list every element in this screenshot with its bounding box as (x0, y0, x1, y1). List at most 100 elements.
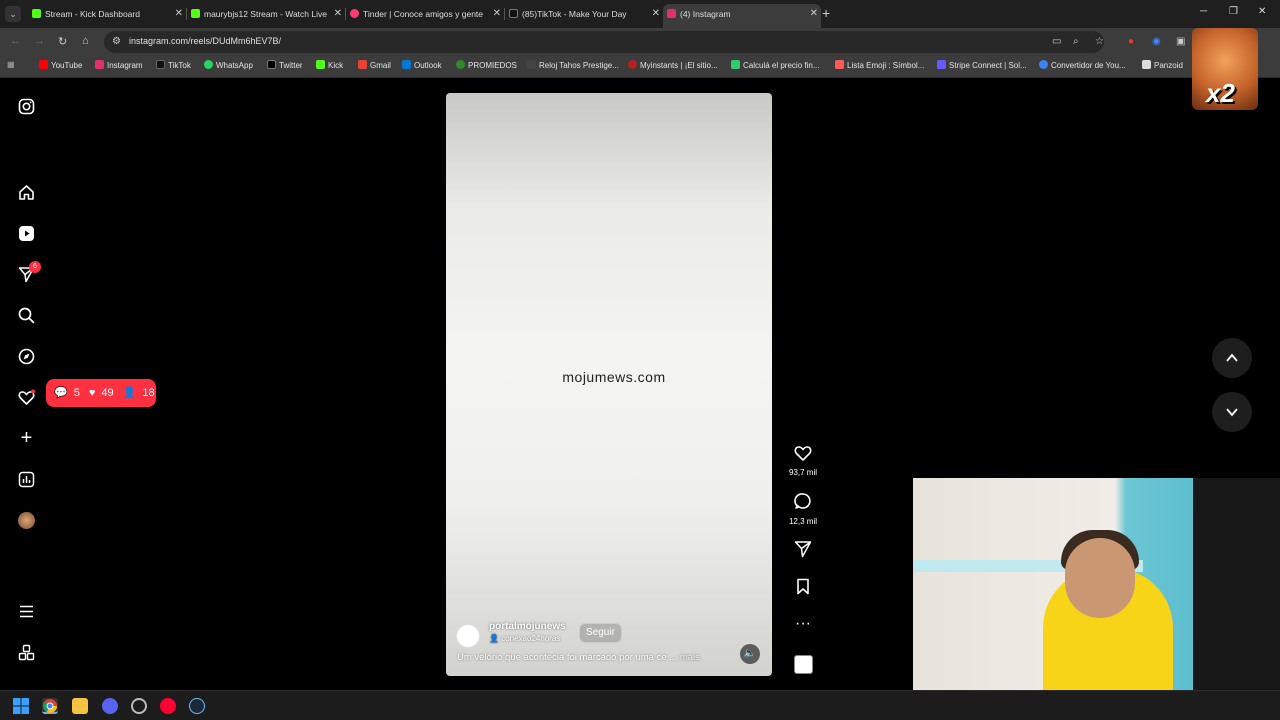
x-icon (267, 60, 276, 69)
kick-icon (32, 9, 41, 18)
home-icon[interactable]: ⌂ (82, 35, 89, 47)
bookmark-myinstants[interactable]: Myinstants | ¡El sitio... (628, 60, 718, 70)
youtube-icon[interactable] (160, 698, 176, 714)
bookmark-promiedos[interactable]: PROMIEDOS (456, 60, 517, 70)
reels-icon[interactable] (18, 225, 35, 242)
kick-icon (191, 9, 200, 18)
extensions-puzzle-icon[interactable]: ▣ (1176, 36, 1185, 47)
create-plus-icon[interactable]: + (18, 428, 35, 448)
bookmark-reloj-tahos[interactable]: Reloj Tahos Prestige... (527, 60, 619, 70)
instagram-icon (95, 60, 104, 69)
multiplier-text: x2 (1206, 78, 1235, 108)
close-icon[interactable]: ✕ (652, 4, 660, 24)
extension-icon[interactable]: ● (1128, 36, 1134, 47)
bookmark-stripe[interactable]: Stripe Connect | Sol... (937, 60, 1027, 70)
discord-icon[interactable] (102, 698, 118, 714)
windows-taskbar (0, 690, 1280, 720)
browser-tab-strip: ⌄ Stream - Kick Dashboard ✕ maurybjs12 S… (0, 0, 1280, 28)
video-watermark-text: mojumews.com (562, 369, 666, 385)
webcam-overlay (913, 478, 1280, 690)
bookmark-lista-emoji[interactable]: Lista Emoji : Símbol... (835, 60, 924, 70)
bookmark-calcula[interactable]: Calculá el precio fin... (731, 60, 819, 70)
activity-notification-pill[interactable]: 💬 5 ♥ 49 👤 18 (46, 379, 156, 407)
author-avatar[interactable] (456, 624, 480, 648)
reel-video[interactable]: mojumews.com portalmojunews 👤 conexao24h… (446, 93, 772, 676)
tab-tinder[interactable]: Tinder | Conoce amigos y gente ✕ (346, 4, 504, 24)
save-button[interactable] (787, 578, 819, 600)
myinstants-icon (628, 60, 637, 69)
bookmark-icon (787, 578, 819, 600)
previous-reel-button[interactable] (1212, 338, 1252, 378)
also-from-meta-icon[interactable] (18, 644, 35, 661)
search-icon[interactable] (18, 307, 35, 324)
close-icon[interactable]: ✕ (175, 4, 183, 24)
close-icon[interactable]: ✕ (810, 4, 818, 24)
bookmark-youtube[interactable]: YouTube (39, 60, 82, 70)
bookmark-star-icon[interactable]: ☆ (1095, 36, 1104, 47)
home-icon[interactable] (18, 184, 35, 201)
windows-start-icon[interactable] (13, 698, 29, 714)
more-options-button[interactable]: ··· (787, 615, 819, 633)
instagram-logo-icon[interactable] (18, 98, 35, 115)
close-icon[interactable]: ✕ (334, 4, 342, 24)
bookmark-kick[interactable]: Kick (316, 60, 343, 70)
chrome-taskbar-icon[interactable] (42, 698, 58, 714)
new-tab-icon[interactable]: + (822, 5, 830, 21)
bookmark-tiktok[interactable]: TikTok (156, 60, 191, 70)
author-username[interactable]: portalmojunews (489, 621, 566, 632)
tab-search-icon[interactable]: ⌄ (5, 6, 21, 22)
address-bar[interactable]: ⚙ instagram.com/reels/DUdMm6hEV7B/ (104, 31, 1104, 53)
next-reel-button[interactable] (1212, 392, 1252, 432)
instagram-icon (667, 9, 676, 18)
tab-kick-dashboard[interactable]: Stream - Kick Dashboard ✕ (28, 4, 186, 24)
address-url: instagram.com/reels/DUdMm6hEV7B/ (129, 36, 282, 46)
maximize-icon[interactable]: ❐ (1229, 6, 1238, 17)
browser-toolbar: ← → ↻ ⌂ ⚙ instagram.com/reels/DUdMm6hEV7… (0, 28, 1280, 56)
profile-avatar[interactable] (18, 512, 35, 529)
likes-count: 49 (101, 387, 114, 399)
site-info-icon[interactable]: ⚙ (112, 36, 121, 47)
audio-credit[interactable]: 👤 conexao24horas (489, 634, 560, 643)
apps-grid-icon[interactable]: ▦ (7, 60, 15, 69)
app-icon[interactable] (131, 698, 147, 714)
person-icon: 👤 (122, 387, 137, 399)
more-dots-icon: ··· (795, 615, 811, 632)
like-button[interactable]: 93,7 mil (787, 445, 819, 477)
file-explorer-icon[interactable] (72, 698, 88, 714)
bookmark-convertidor[interactable]: Convertidor de You... (1039, 60, 1126, 70)
explore-compass-icon[interactable] (18, 348, 35, 365)
audio-thumbnail[interactable] (794, 655, 813, 674)
mute-icon[interactable]: 🔈 (740, 644, 760, 664)
tab-maurybjs12-stream[interactable]: maurybjs12 Stream - Watch Live ✕ (187, 4, 345, 24)
bookmark-instagram[interactable]: Instagram (95, 60, 143, 70)
close-icon[interactable]: ✕ (493, 4, 501, 24)
reel-caption: Um velório que acontecia foi marcado por… (457, 652, 700, 663)
bookmark-outlook[interactable]: Outlook (402, 60, 442, 70)
zoom-icon[interactable]: ⌕ (1073, 36, 1079, 47)
caption-more-link[interactable]: mais (680, 652, 700, 663)
comment-button[interactable]: 12,3 mil (787, 492, 819, 526)
bookmark-panzoid[interactable]: Panzoid (1142, 60, 1183, 70)
tab-instagram[interactable]: (4) Instagram ✕ (663, 4, 821, 28)
minimize-icon[interactable]: ─ (1200, 6, 1207, 17)
share-button[interactable] (787, 540, 819, 563)
forward-icon[interactable]: → (34, 35, 45, 47)
reload-icon[interactable]: ↻ (58, 35, 67, 48)
window-close-icon[interactable]: ✕ (1258, 6, 1266, 17)
tab-title: Stream - Kick Dashboard (45, 9, 140, 19)
dashboard-icon[interactable] (18, 471, 35, 488)
bookmark-whatsapp[interactable]: WhatsApp (204, 60, 253, 70)
follow-button[interactable]: Seguir (579, 623, 622, 643)
menu-hamburger-icon[interactable] (18, 603, 35, 620)
comments-count: 5 (73, 387, 80, 399)
back-icon[interactable]: ← (10, 35, 21, 47)
tab-tiktok[interactable]: (85)TikTok - Make Your Day ✕ (505, 4, 663, 24)
steam-icon[interactable] (189, 698, 205, 714)
outlook-icon (402, 60, 411, 69)
bookmark-twitter[interactable]: Twitter (267, 60, 303, 70)
bookmark-gmail[interactable]: Gmail (358, 60, 391, 70)
install-app-icon[interactable]: ▭ (1052, 36, 1061, 47)
like-heart-icon (787, 445, 819, 466)
extension-icon[interactable]: ◉ (1152, 36, 1161, 47)
notifications-heart-icon[interactable] (18, 389, 35, 406)
